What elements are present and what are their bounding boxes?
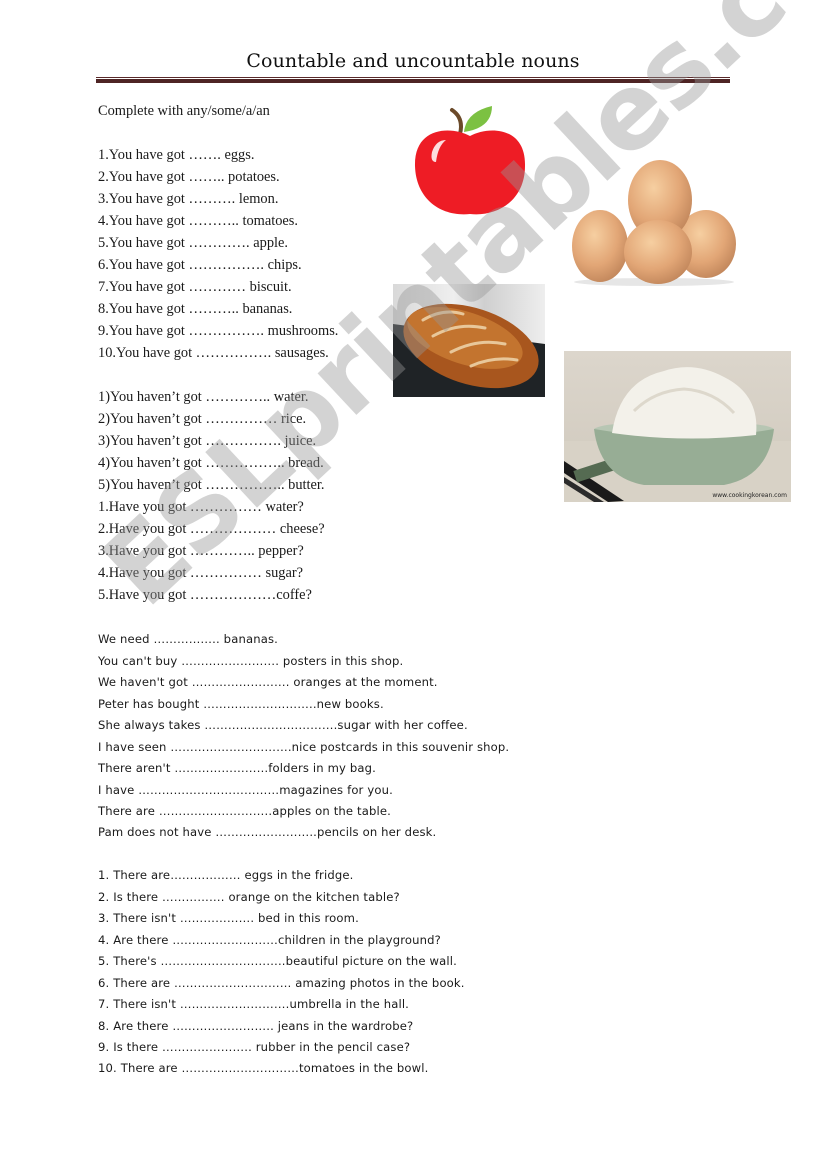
exercise-line: 1. There are……………… eggs in the fridge. <box>98 868 354 882</box>
exercise-line: 2.Have you got ……………… cheese? <box>98 521 325 537</box>
exercise-line: 8.You have got ……….. bananas. <box>98 301 293 317</box>
exercise-line: 7. There isn't ……………………….umbrella in the… <box>98 997 410 1011</box>
exercise-line: There are ………………………..apples on the table… <box>98 804 391 818</box>
exercise-line: We haven't got ……………………. oranges at the … <box>98 675 438 689</box>
exercise-line: 8. Are there …………………….. jeans in the war… <box>98 1019 414 1033</box>
exercise-line: 1.Have you got …………… water? <box>98 499 304 515</box>
exercise-line: She always takes …………………………….sugar with … <box>98 718 468 732</box>
exercise-line: Peter has bought ………………………..new books. <box>98 697 384 711</box>
exercise-line: 3.You have got ………. lemon. <box>98 191 279 207</box>
exercise-line: 2. Is there ……………. orange on the kitchen… <box>98 890 400 904</box>
exercise-line: There aren't ……………………folders in my bag. <box>98 761 376 775</box>
exercise-line: Pam does not have ……………………..pencils on h… <box>98 825 437 839</box>
exercise-line: 3)You haven’t got ……………. juice. <box>98 433 317 449</box>
exercise-line: 6.You have got ……………. chips. <box>98 257 302 273</box>
exercise-line: 2)You haven’t got …………… rice. <box>98 411 307 427</box>
exercise-line: 3.Have you got ………….. pepper? <box>98 543 304 559</box>
exercise-line: 9. Is there ………………….. rubber in the penc… <box>98 1040 411 1054</box>
exercise-line: 5. There's …………………………..beautiful picture… <box>98 954 457 968</box>
worksheet-page: Countable and uncountable nouns Complete… <box>0 0 826 1169</box>
eggs-image <box>570 158 738 286</box>
exercise-line: 6. There are ………………………… amazing photos i… <box>98 976 465 990</box>
exercise-line: 4.Have you got …………… sugar? <box>98 565 304 581</box>
exercise-line: 10.You have got ……………. sausages. <box>98 345 329 361</box>
exercise-line: I have ………………………………magazines for you. <box>98 783 393 797</box>
exercise-line: 5.Have you got ………………coffe? <box>98 587 312 603</box>
rice-bowl-image: www.cookingkorean.com <box>564 351 791 502</box>
title-rule-thin <box>96 77 730 78</box>
image-credit: www.cookingkorean.com <box>712 492 787 499</box>
exercise-line: 4.You have got ……….. tomatoes. <box>98 213 298 229</box>
instruction-text: Complete with any/some/a/an <box>98 103 270 119</box>
exercise-line: 7.You have got ………… biscuit. <box>98 279 292 295</box>
exercise-line: 1)You haven’t got ………….. water. <box>98 389 309 405</box>
exercise-line: You can't buy ……………………. posters in this … <box>98 654 404 668</box>
exercise-line: 3. There isn't ………………. bed in this room. <box>98 911 359 925</box>
page-title: Countable and uncountable nouns <box>246 50 580 72</box>
exercise-line: 5.You have got …………. apple. <box>98 235 289 251</box>
title-rule-thick <box>96 79 730 83</box>
exercise-line: 5)You haven’t got …………….. butter. <box>98 477 325 493</box>
apple-image <box>412 104 528 219</box>
exercise-line: We need …………….. bananas. <box>98 632 278 646</box>
bread-image <box>393 284 545 397</box>
exercise-line: 9.You have got ……………. mushrooms. <box>98 323 339 339</box>
exercise-line: 4)You haven’t got …………….. bread. <box>98 455 324 471</box>
exercise-line: 4. Are there ………………………children in the pl… <box>98 933 441 947</box>
exercise-line: I have seen ………………………….nice postcards in… <box>98 740 510 754</box>
exercise-line: 1.You have got ……. eggs. <box>98 147 255 163</box>
exercise-line: 10. There are …………………………tomatoes in the … <box>98 1061 429 1075</box>
exercise-line: 2.You have got …….. potatoes. <box>98 169 280 185</box>
